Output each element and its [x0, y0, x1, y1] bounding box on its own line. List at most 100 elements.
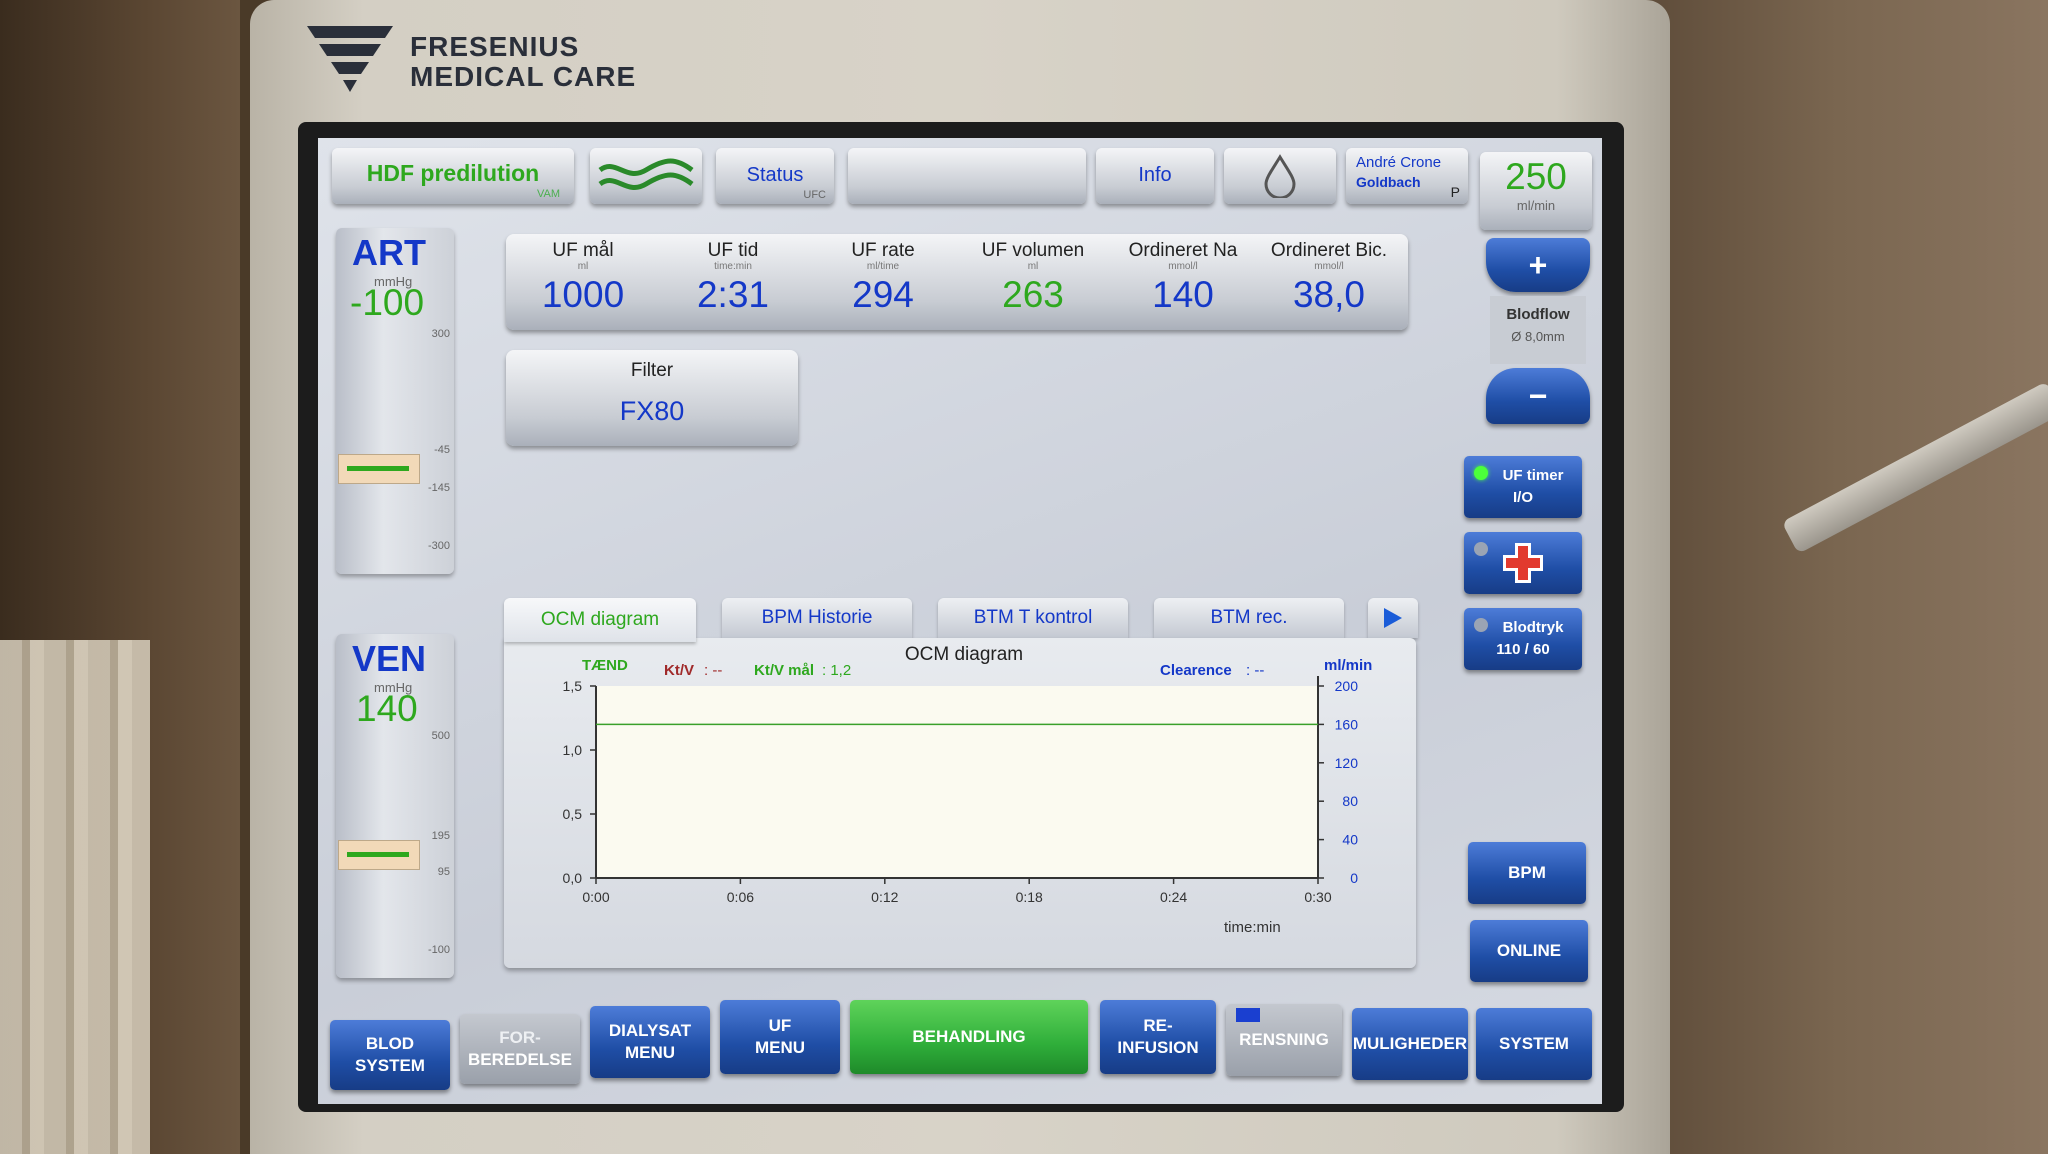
nav-forberedelse[interactable]: FOR- BEREDELSE — [460, 1014, 580, 1084]
bpm-button[interactable]: BPM — [1468, 842, 1586, 904]
param-unit: ml/time — [866, 261, 900, 272]
nav-line2: MENU — [754, 1038, 806, 1057]
y-right-label: ml/min — [1324, 657, 1372, 674]
ven-limit-marker — [347, 852, 409, 857]
art-value: -100 — [350, 282, 425, 323]
mode-label: HDF predilution — [366, 160, 540, 186]
cross-led-icon — [1474, 542, 1488, 556]
nav-system[interactable]: SYSTEM — [1476, 1008, 1592, 1080]
param-value: 38,0 — [1292, 274, 1365, 315]
param-uf-time[interactable]: UF tid time:min 2:31 — [658, 234, 808, 316]
online-label: ONLINE — [1496, 941, 1562, 960]
info-button[interactable]: Info — [1096, 148, 1214, 204]
tab-bpm-historie[interactable]: BPM Historie — [722, 598, 912, 638]
param-value: 2:31 — [696, 274, 769, 315]
wave-button[interactable] — [590, 148, 702, 204]
nav-blod-system[interactable]: BLOD SYSTEM — [330, 1020, 450, 1090]
nav-dialysat-menu[interactable]: DIALYSAT MENU — [590, 1006, 710, 1078]
nav-line1: BEHANDLING — [912, 1027, 1026, 1046]
tab-next-button[interactable] — [1368, 598, 1418, 638]
bloodflow-minus-button[interactable]: − — [1486, 368, 1590, 424]
param-prescribed-bic[interactable]: Ordineret Bic. mmol/l 38,0 — [1254, 234, 1404, 316]
status-label: Status — [746, 164, 804, 186]
nav-muligheder[interactable]: MULIGHEDER — [1352, 1008, 1468, 1080]
param-unit: mmol/l — [1168, 261, 1198, 272]
param-value: 263 — [1002, 274, 1064, 315]
chart-title: OCM diagram — [905, 644, 1023, 665]
ven-limit-window — [338, 840, 420, 870]
chart-status: TÆND — [582, 657, 628, 674]
plus-icon: + — [1528, 247, 1548, 283]
param-label: UF volumen — [981, 240, 1085, 261]
clearance-value: : -- — [1246, 662, 1264, 679]
plot-area — [596, 686, 1318, 878]
uf-timer-button[interactable]: UF timer I/O — [1464, 456, 1582, 518]
user-name-line1: André Crone — [1356, 154, 1442, 171]
filter-label: Filter — [630, 360, 674, 381]
fresenius-logo-icon — [307, 26, 393, 92]
medical-cross-button[interactable] — [1464, 532, 1582, 594]
nav-rensning[interactable]: RENSNING — [1226, 1004, 1342, 1076]
x-tick-label: 0:18 — [1016, 889, 1043, 905]
y-left-tick-label: 0,0 — [563, 870, 583, 886]
tab-btm-rec[interactable]: BTM rec. — [1154, 598, 1344, 638]
nav-reinfusion[interactable]: RE- INFUSION — [1100, 1000, 1216, 1074]
bpm-label: BPM — [1508, 863, 1546, 882]
param-label: Ordineret Na — [1128, 240, 1238, 261]
param-uf-target[interactable]: UF mål ml 1000 — [508, 234, 658, 316]
status-button[interactable]: Status UFC — [716, 148, 834, 204]
nav-line1: UF — [768, 1016, 792, 1035]
uf-timer-led-icon — [1474, 466, 1488, 480]
background-curtain — [0, 640, 150, 1154]
bloodflow-unit: ml/min — [1516, 198, 1556, 213]
art-limit-marker — [347, 466, 409, 471]
red-cross-icon — [1503, 543, 1543, 583]
nav-line2: MENU — [624, 1043, 676, 1062]
nav-uf-menu[interactable]: UF MENU — [720, 1000, 840, 1074]
art-scale-1: 300 — [431, 328, 450, 340]
x-axis-label: time:min — [1224, 919, 1281, 936]
ven-scale-2: 195 — [431, 830, 450, 842]
tab-ocm-diagram[interactable]: OCM diagram — [504, 598, 696, 642]
background-right — [1628, 0, 2048, 1154]
nav-line1: FOR- — [499, 1028, 541, 1047]
y-right-tick-label: 160 — [1335, 716, 1359, 732]
tab-btm-t-kontrol[interactable]: BTM T kontrol — [938, 598, 1128, 638]
y-right-tick-label: 200 — [1335, 678, 1359, 694]
x-tick-label: 0:30 — [1304, 889, 1331, 905]
blood-pressure-button[interactable]: Blodtryk 110 / 60 — [1464, 608, 1582, 670]
brand-name: FRESENIUS MEDICAL CARE — [410, 32, 636, 92]
drop-icon — [1264, 154, 1296, 200]
user-button[interactable]: André Crone Goldbach P — [1346, 148, 1468, 204]
bloodflow-plus-button[interactable]: + — [1486, 238, 1590, 292]
param-uf-volume[interactable]: UF volumen ml 263 — [958, 234, 1108, 316]
param-value: 140 — [1152, 274, 1214, 315]
nav-line1: RENSNING — [1239, 1030, 1329, 1049]
param-prescribed-na[interactable]: Ordineret Na mmol/l 140 — [1108, 234, 1258, 316]
nav-line2: BEREDELSE — [468, 1050, 572, 1069]
mode-button[interactable]: HDF predilution VAM — [332, 148, 574, 204]
bp-label: Blodtryk — [1502, 619, 1564, 636]
param-value: 1000 — [541, 274, 625, 315]
ven-scale-3: 95 — [437, 866, 450, 878]
online-button[interactable]: ONLINE — [1470, 920, 1588, 982]
ktv-value: : -- — [704, 662, 722, 679]
minus-icon: − — [1528, 378, 1548, 414]
tab-label: BTM T kontrol — [973, 607, 1093, 628]
nav-line2: SYSTEM — [355, 1056, 425, 1075]
y-left-tick-label: 0,5 — [563, 806, 583, 822]
drop-button[interactable] — [1224, 148, 1336, 204]
ktv-target-label: Kt/V mål — [754, 662, 814, 679]
filter-button[interactable]: Filter FX80 — [506, 350, 798, 446]
ktv-label: Kt/V — [664, 662, 694, 679]
ven-scale-4: -100 — [427, 944, 450, 956]
bloodflow-label: Blodflow — [1506, 306, 1570, 323]
param-uf-rate[interactable]: UF rate ml/time 294 — [808, 234, 958, 316]
param-label: Ordineret Bic. — [1270, 240, 1388, 261]
info-label: Info — [1138, 164, 1172, 186]
bloodflow-value: 250 — [1505, 156, 1567, 197]
nav-behandling[interactable]: BEHANDLING — [850, 1000, 1088, 1074]
nav-line1: SYSTEM — [1499, 1034, 1569, 1053]
param-unit: time:min — [714, 261, 752, 272]
mode-sub: VAM — [536, 188, 560, 200]
